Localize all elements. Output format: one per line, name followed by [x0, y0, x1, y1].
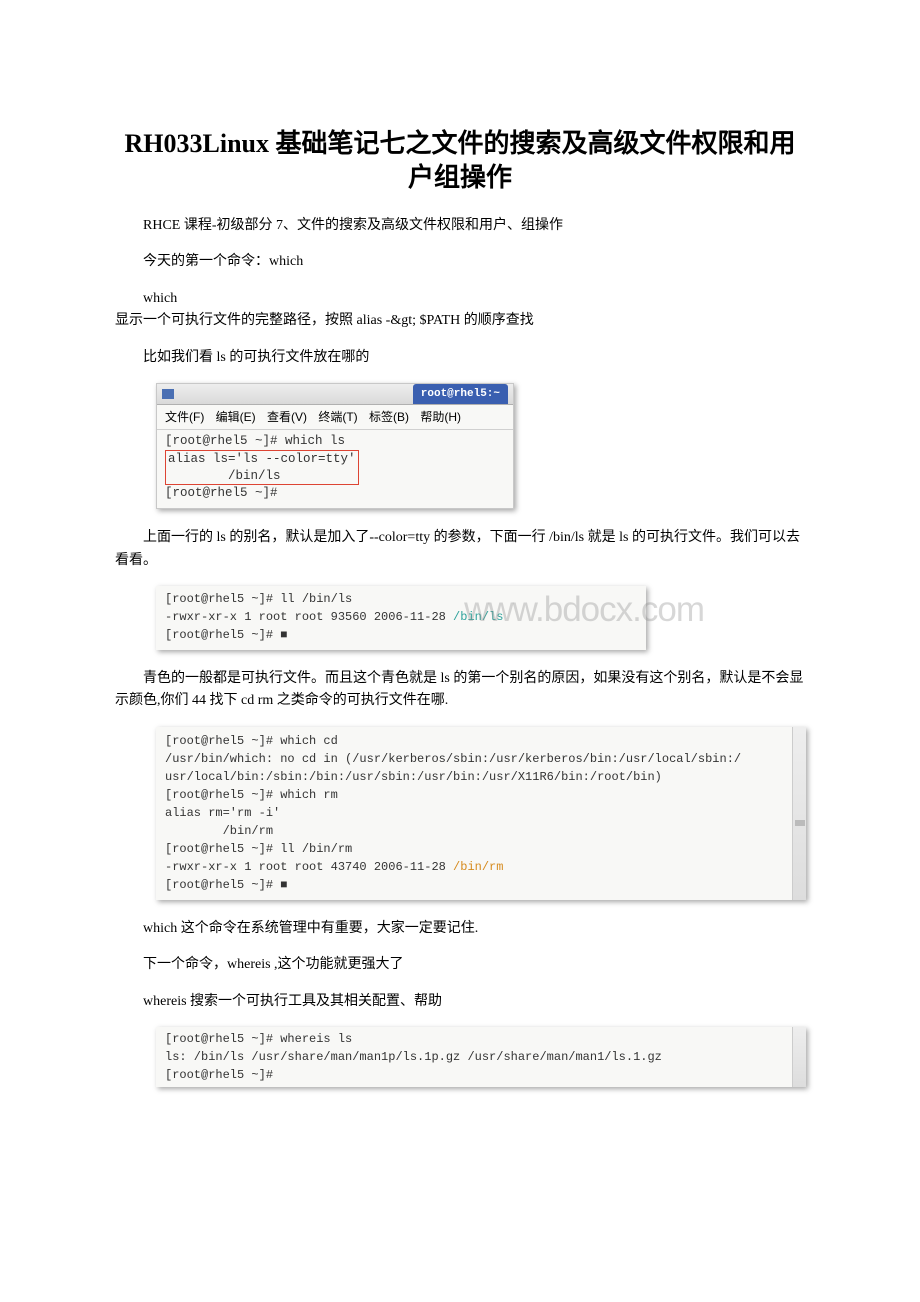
- terminal-output: [root@rhel5 ~]# which ls alias ls='ls --…: [157, 430, 513, 508]
- term-line: -rwxr-xr-x 1 root root 93560 2006-11-28 …: [165, 608, 637, 626]
- paragraph-whereis-desc: whereis 搜索一个可执行工具及其相关配置、帮助: [115, 991, 805, 1013]
- term-line: [root@rhel5 ~]# which ls: [165, 432, 505, 451]
- paragraph-alias-explain: 上面一行的 ls 的别名，默认是加入了--color=tty 的参数，下面一行 …: [115, 527, 805, 572]
- term-line: -rwxr-xr-x 1 root root 43740 2006-11-28 …: [165, 858, 792, 876]
- terminal-output-which-cd-rm: [root@rhel5 ~]# which cd /usr/bin/which:…: [156, 727, 806, 900]
- term-line: /usr/bin/which: no cd in (/usr/kerberos/…: [165, 750, 792, 768]
- paragraph-which-example: 比如我们看 ls 的可执行文件放在哪的: [115, 347, 805, 369]
- window-sysmenu-icon: [162, 389, 174, 399]
- highlighted-path: /bin/rm: [453, 860, 503, 874]
- term-line: usr/local/bin:/sbin:/bin:/usr/sbin:/usr/…: [165, 768, 792, 786]
- menu-file[interactable]: 文件(F): [165, 410, 204, 424]
- paragraph-cyan-explain: 青色的一般都是可执行文件。而且这个青色就是 ls 的第一个别名的原因，如果没有这…: [115, 668, 805, 713]
- menu-tab[interactable]: 标签(B): [369, 410, 409, 424]
- paragraph-which-intro: 今天的第一个命令：which: [115, 251, 805, 273]
- terminal-output-ll-bin-ls: www.bdocx.com [root@rhel5 ~]# ll /bin/ls…: [156, 586, 646, 650]
- paragraph-intro: RHCE 课程-初级部分 7、文件的搜索及高级文件权限和用户、组操作: [115, 215, 805, 237]
- term-line: /bin/ls: [168, 469, 281, 483]
- menu-help[interactable]: 帮助(H): [420, 410, 461, 424]
- term-line: [root@rhel5 ~]# whereis ls: [165, 1030, 792, 1048]
- which-desc: 显示一个可执行文件的完整路径，按照 alias -&gt; $PATH 的顺序查…: [115, 313, 534, 328]
- scrollbar-track[interactable]: [792, 1027, 806, 1087]
- term-line: [root@rhel5 ~]#: [165, 1066, 792, 1084]
- menu-edit[interactable]: 编辑(E): [216, 410, 256, 424]
- term-line: alias ls='ls --color=tty': [168, 452, 356, 466]
- term-line: alias rm='rm -i': [165, 804, 792, 822]
- document-page: RH033Linux 基础笔记七之文件的搜索及高级文件权限和用户组操作 RHCE…: [0, 0, 920, 1302]
- window-title-text: root@rhel5:~: [413, 384, 508, 404]
- term-line: [root@rhel5 ~]#: [165, 484, 505, 503]
- highlighted-path: /bin/ls: [453, 610, 503, 624]
- highlighted-alias-box: alias ls='ls --color=tty' /bin/ls: [165, 450, 359, 486]
- scrollbar-mark-icon: [795, 820, 805, 826]
- paragraph-whereis-intro: 下一个命令，whereis ,这个功能就更强大了: [115, 954, 805, 976]
- term-line: [root@rhel5 ~]# ■: [165, 626, 637, 644]
- window-titlebar: root@rhel5:~: [157, 384, 513, 405]
- terminal-output-whereis-ls: [root@rhel5 ~]# whereis ls ls: /bin/ls /…: [156, 1027, 806, 1087]
- term-line: ls: /bin/ls /usr/share/man/man1p/ls.1p.g…: [165, 1048, 792, 1066]
- which-name: which: [115, 291, 177, 306]
- page-title: RH033Linux 基础笔记七之文件的搜索及高级文件权限和用户组操作: [115, 127, 805, 195]
- term-line: [root@rhel5 ~]# which rm: [165, 786, 792, 804]
- menu-terminal[interactable]: 终端(T): [318, 410, 357, 424]
- scrollbar-track[interactable]: [792, 727, 806, 900]
- terminal-window-which-ls: root@rhel5:~ 文件(F) 编辑(E) 查看(V) 终端(T) 标签(…: [156, 383, 514, 509]
- paragraph-which-def: which 显示一个可执行文件的完整路径，按照 alias -&gt; $PAT…: [115, 288, 805, 333]
- term-line: /bin/rm: [165, 822, 792, 840]
- term-line: [root@rhel5 ~]# ■: [165, 876, 792, 894]
- window-menubar: 文件(F) 编辑(E) 查看(V) 终端(T) 标签(B) 帮助(H): [157, 405, 513, 430]
- term-line: [root@rhel5 ~]# which cd: [165, 732, 792, 750]
- term-line: [root@rhel5 ~]# ll /bin/ls: [165, 590, 637, 608]
- menu-view[interactable]: 查看(V): [267, 410, 307, 424]
- term-line: [root@rhel5 ~]# ll /bin/rm: [165, 840, 792, 858]
- paragraph-which-important: which 这个命令在系统管理中有重要，大家一定要记住.: [115, 918, 805, 940]
